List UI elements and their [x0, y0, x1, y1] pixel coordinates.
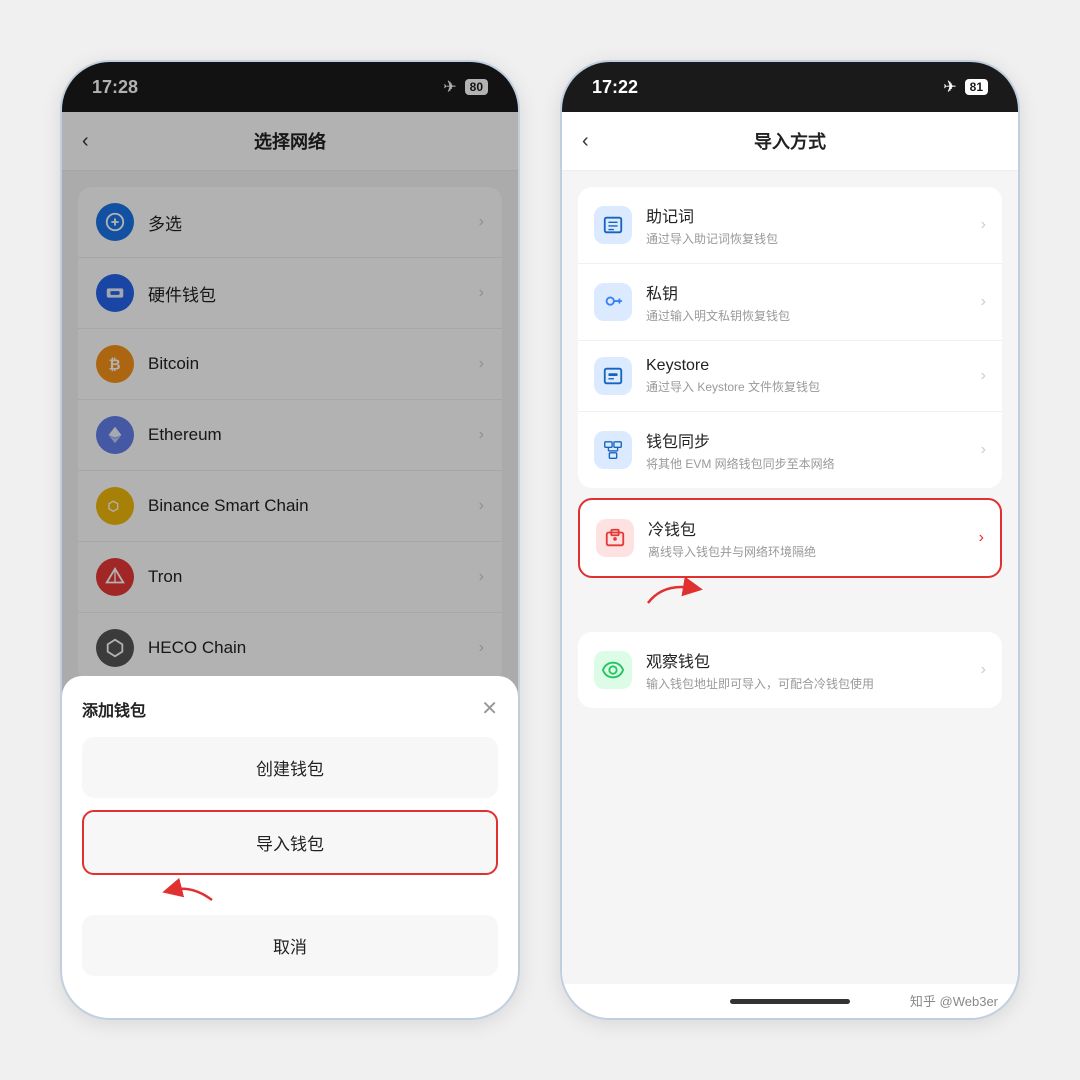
keystore-texts: Keystore 通过导入 Keystore 文件恢复钱包 — [646, 357, 967, 395]
watch-texts: 观察钱包 输入钱包地址即可导入，可配合冷钱包使用 — [646, 648, 967, 692]
cold-arrow: › — [979, 529, 984, 547]
keystore-icon — [594, 357, 632, 395]
create-wallet-button[interactable]: 创建钱包 — [82, 737, 498, 798]
import-methods-list: 助记词 通过导入助记词恢复钱包 › 私钥 通过输入明 — [562, 171, 1018, 984]
back-button-right[interactable]: ‹ — [582, 130, 589, 153]
watch-title: 观察钱包 — [646, 648, 967, 672]
cancel-button[interactable]: 取消 — [82, 915, 498, 976]
add-wallet-modal-sheet: 添加钱包 ✕ 创建钱包 导入钱包 — [62, 676, 518, 984]
left-phone: 17:28 ✈ 80 ‹ 选择网络 多选 › — [60, 60, 520, 1020]
sync-sub: 将其他 EVM 网络钱包同步至本网络 — [646, 455, 967, 472]
privatekey-icon — [594, 283, 632, 321]
sync-icon — [594, 431, 632, 469]
mnemonic-title: 助记词 — [646, 203, 967, 227]
add-wallet-modal-overlay: 添加钱包 ✕ 创建钱包 导入钱包 — [62, 112, 518, 984]
privatekey-sub: 通过输入明文私钥恢复钱包 — [646, 307, 967, 324]
import-wallet-button[interactable]: 导入钱包 — [82, 810, 498, 875]
right-phone: 17:22 ✈ 81 ‹ 导入方式 — [560, 60, 1020, 1020]
modal-header: 添加钱包 ✕ — [82, 696, 498, 721]
import-item-mnemonic[interactable]: 助记词 通过导入助记词恢复钱包 › — [578, 187, 1002, 264]
cold-icon — [596, 519, 634, 557]
time-right: 17:22 — [592, 77, 638, 98]
mnemonic-icon — [594, 206, 632, 244]
keystore-arrow: › — [981, 367, 986, 385]
battery-right: 81 — [965, 79, 988, 95]
watermark: 知乎 @Web3er — [910, 991, 998, 1010]
import-group-1: 助记词 通过导入助记词恢复钱包 › 私钥 通过输入明 — [578, 187, 1002, 488]
sync-texts: 钱包同步 将其他 EVM 网络钱包同步至本网络 — [646, 428, 967, 472]
cold-wallet-card[interactable]: 冷钱包 离线导入钱包并与网络环境隔绝 › — [578, 498, 1002, 578]
cold-texts: 冷钱包 离线导入钱包并与网络环境隔绝 — [648, 516, 965, 560]
keystore-sub: 通过导入 Keystore 文件恢复钱包 — [646, 378, 967, 395]
mnemonic-sub: 通过导入助记词恢复钱包 — [646, 230, 967, 247]
privatekey-title: 私钥 — [646, 280, 967, 304]
airplane-icon-right: ✈ — [943, 77, 956, 97]
sync-arrow: › — [981, 441, 986, 459]
import-item-sync[interactable]: 钱包同步 将其他 EVM 网络钱包同步至本网络 › — [578, 412, 1002, 488]
watch-arrow: › — [981, 661, 986, 679]
import-item-cold[interactable]: 冷钱包 离线导入钱包并与网络环境隔绝 › — [580, 500, 1000, 576]
import-item-watch[interactable]: 观察钱包 输入钱包地址即可导入，可配合冷钱包使用 › — [578, 632, 1002, 708]
page-header-right: ‹ 导入方式 — [562, 112, 1018, 171]
cold-title: 冷钱包 — [648, 516, 965, 540]
watch-wallet-card: 观察钱包 输入钱包地址即可导入，可配合冷钱包使用 › — [578, 632, 1002, 708]
import-item-privatekey[interactable]: 私钥 通过输入明文私钥恢复钱包 › — [578, 264, 1002, 341]
privatekey-texts: 私钥 通过输入明文私钥恢复钱包 — [646, 280, 967, 324]
keystore-title: Keystore — [646, 357, 967, 375]
cold-sub: 离线导入钱包并与网络环境隔绝 — [648, 543, 965, 560]
screen-right: ‹ 导入方式 助记词 — [562, 112, 1018, 984]
mnemonic-texts: 助记词 通过导入助记词恢复钱包 — [646, 203, 967, 247]
privatekey-arrow: › — [981, 293, 986, 311]
screen-left: ‹ 选择网络 多选 › 硬件钱包 — [62, 112, 518, 984]
status-icons-right: ✈ 81 — [943, 77, 988, 97]
mnemonic-arrow: › — [981, 216, 986, 234]
watch-icon — [594, 651, 632, 689]
import-item-keystore[interactable]: Keystore 通过导入 Keystore 文件恢复钱包 › — [578, 341, 1002, 412]
modal-title: 添加钱包 — [82, 697, 146, 721]
modal-close-button[interactable]: ✕ — [481, 696, 498, 721]
page-title-right: 导入方式 — [754, 128, 826, 154]
watch-sub: 输入钱包地址即可导入，可配合冷钱包使用 — [646, 675, 967, 692]
home-bar-right — [730, 999, 850, 1004]
status-bar-right: 17:22 ✈ 81 — [562, 62, 1018, 112]
sync-title: 钱包同步 — [646, 428, 967, 452]
